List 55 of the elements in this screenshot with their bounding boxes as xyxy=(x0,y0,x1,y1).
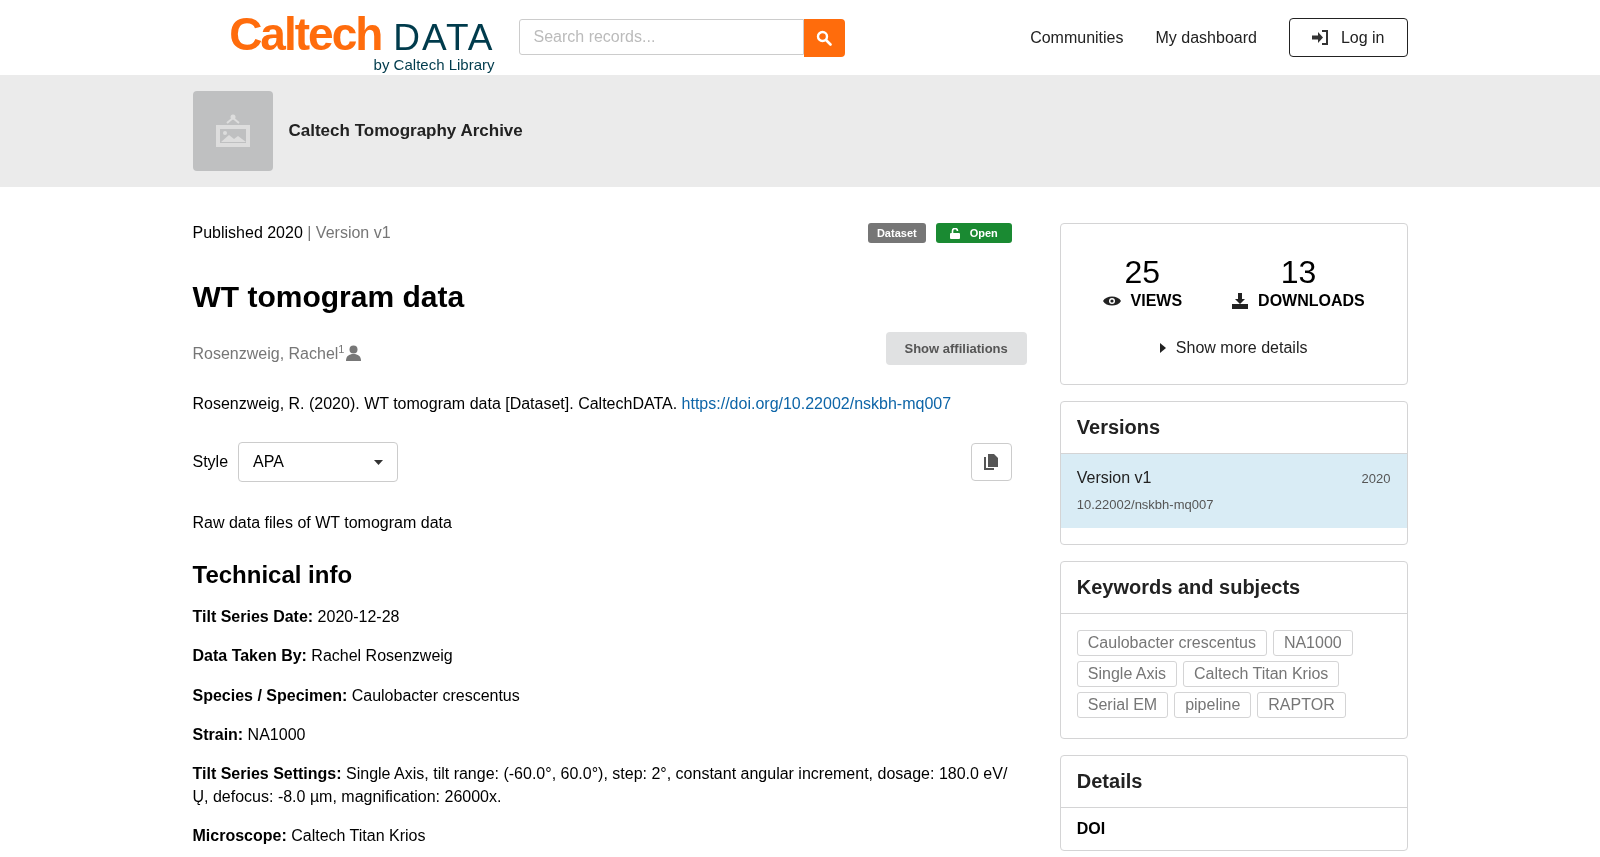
description-text: Raw data files of WT tomogram data xyxy=(192,513,453,534)
show-more-details-toggle[interactable]: Show more details xyxy=(1153,338,1314,358)
creator-link[interactable]: Rosenzweig, Rachel$^{1}$ xyxy=(192,343,345,364)
keyword-tag[interactable]: Caltech Titan Krios xyxy=(1183,661,1340,687)
record-title: WT tomogram data xyxy=(192,280,466,314)
views-count: 25 xyxy=(1124,256,1161,288)
keyword-tag[interactable]: Caulobacter crescentus xyxy=(1076,630,1267,656)
version-doi: 10.22002/nskbh-mq007 xyxy=(1076,497,1215,512)
caret-icon xyxy=(1159,343,1166,353)
card-heading: Details xyxy=(1060,756,1407,808)
keyword-tag[interactable]: Single Axis xyxy=(1076,661,1178,687)
downloads-label: DOWNLOADS xyxy=(1258,292,1365,310)
image-icon xyxy=(214,114,251,148)
eye-icon xyxy=(1102,295,1121,307)
search-icon xyxy=(816,29,832,46)
section-heading: Technical info xyxy=(192,560,354,589)
community-name[interactable]: Caltech Tomography Archive xyxy=(288,121,523,141)
access-badge: Open xyxy=(935,223,1012,243)
technical-info-text: Tilt Series Date: 2020-12-28 xyxy=(192,606,401,627)
nav-link[interactable]: Communities xyxy=(1030,28,1124,47)
version-year: 2020 xyxy=(1361,470,1391,486)
caret-icon xyxy=(374,459,384,465)
show-affiliations-button[interactable]: Show affiliations xyxy=(885,332,1027,365)
doi-link[interactable]: https://doi.org/10.22002/nskbh-mq007 xyxy=(681,395,952,412)
copy-icon xyxy=(984,454,999,471)
version-title: Version v1 xyxy=(1076,469,1152,487)
downloads-count: 13 xyxy=(1280,256,1317,288)
search-field[interactable]: Search records... xyxy=(518,18,804,55)
resource-type-badge: Dataset xyxy=(867,223,926,243)
technical-info-text: Strain: NA1000 xyxy=(192,724,307,745)
copy-button[interactable] xyxy=(970,443,1012,482)
technical-info-text: Species / Specimen: Caulobacter crescentus xyxy=(192,685,521,706)
keyword-tag[interactable]: pipeline xyxy=(1174,692,1252,718)
citation-style-dropdown[interactable]: APA xyxy=(238,442,399,483)
sign-in-icon xyxy=(1311,30,1329,45)
nav-link[interactable]: My dashboard xyxy=(1155,28,1257,47)
login-button[interactable]: Log in xyxy=(1288,18,1408,57)
citation-text: Rosenzweig, R. (2020). WT tomogram data [Dataset]. CaltechDATA. https://doi.org/10.22002/nskbh-mq007 xyxy=(192,394,953,414)
technical-info-text: Tilt Series Settings: Single Axis, tilt range: (-60.0°, 60.0°), step: 2°, constant angular increment, dosage: 180.0 eV/ Ų, defocus: -8.0 µm, magnification: 26000x. xyxy=(192,764,1009,807)
caltech-data-logo[interactable]: Caltech DATA by Caltech Library xyxy=(192,10,495,73)
keyword-tag[interactable]: Serial EM xyxy=(1076,692,1169,718)
technical-info-text: Microscope: Caltech Titan Krios xyxy=(192,826,427,847)
card-heading: Keywords and subjects xyxy=(1060,562,1407,614)
technical-info-text: Data Taken By: Rachel Rosenzweig xyxy=(192,646,454,667)
keyword-tag[interactable]: RAPTOR xyxy=(1257,692,1346,718)
version-item[interactable]: Version v1 2020 10.22002/nskbh-mq007 xyxy=(1060,454,1407,528)
download-icon xyxy=(1232,293,1249,309)
views-label: VIEWS xyxy=(1130,292,1183,310)
style-label: Style xyxy=(192,453,229,472)
person-icon xyxy=(346,345,362,362)
detail-label: DOI xyxy=(1076,820,1106,837)
publication-info: Published 2020 | Version v1 xyxy=(192,224,391,242)
keyword-tag[interactable]: NA1000 xyxy=(1272,630,1353,656)
unlock-icon xyxy=(949,227,960,239)
search-button[interactable] xyxy=(803,18,845,57)
